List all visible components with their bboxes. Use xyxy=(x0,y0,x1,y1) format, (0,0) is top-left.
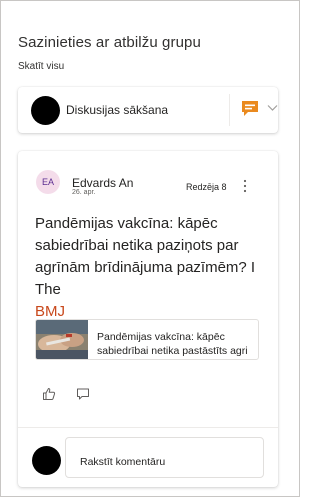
comment-icon[interactable] xyxy=(76,387,90,401)
avatar xyxy=(31,96,60,125)
chat-icon[interactable] xyxy=(240,99,260,119)
post-body: Pandēmijas vakcīna: kāpēc sabiedrībai ne… xyxy=(35,213,275,323)
chevron-down-icon[interactable] xyxy=(267,104,278,112)
comment-placeholder: Rakstīt komentāru xyxy=(80,456,166,468)
link-preview-thumbnail xyxy=(36,320,88,359)
panel-title: Sazinieties ar atbilžu grupu xyxy=(18,34,201,51)
author-avatar[interactable]: EA xyxy=(36,170,60,194)
post-card: EA Edvards An 26. apr. Redzēja 8 Pandēmi… xyxy=(18,151,278,487)
post-date: 26. apr. xyxy=(72,189,96,196)
start-discussion-label[interactable]: Diskusijas sākšana xyxy=(66,103,168,117)
more-options-icon[interactable] xyxy=(242,179,248,193)
post-link[interactable]: BMJ xyxy=(35,303,65,320)
avatar xyxy=(32,446,61,475)
divider xyxy=(229,94,230,126)
divider xyxy=(18,427,278,428)
link-preview-card[interactable]: Pandēmijas vakcīna: kāpēc sabiedrībai ne… xyxy=(35,319,259,360)
link-preview-title: Pandēmijas vakcīna: kāpēc sabiedrībai ne… xyxy=(97,331,248,357)
seen-by-count[interactable]: Redzēja 8 xyxy=(186,182,227,192)
conversations-panel: Sazinieties ar atbilžu grupu Skatīt visu… xyxy=(0,0,300,497)
see-all-link[interactable]: Skatīt visu xyxy=(18,61,64,72)
start-discussion-card[interactable]: Diskusijas sākšana xyxy=(18,87,278,133)
like-icon[interactable] xyxy=(42,387,56,401)
author-name[interactable]: Edvards An xyxy=(72,176,133,190)
comment-input[interactable]: Rakstīt komentāru xyxy=(65,437,264,478)
post-text: Pandēmijas vakcīna: kāpēc sabiedrībai ne… xyxy=(35,215,256,298)
